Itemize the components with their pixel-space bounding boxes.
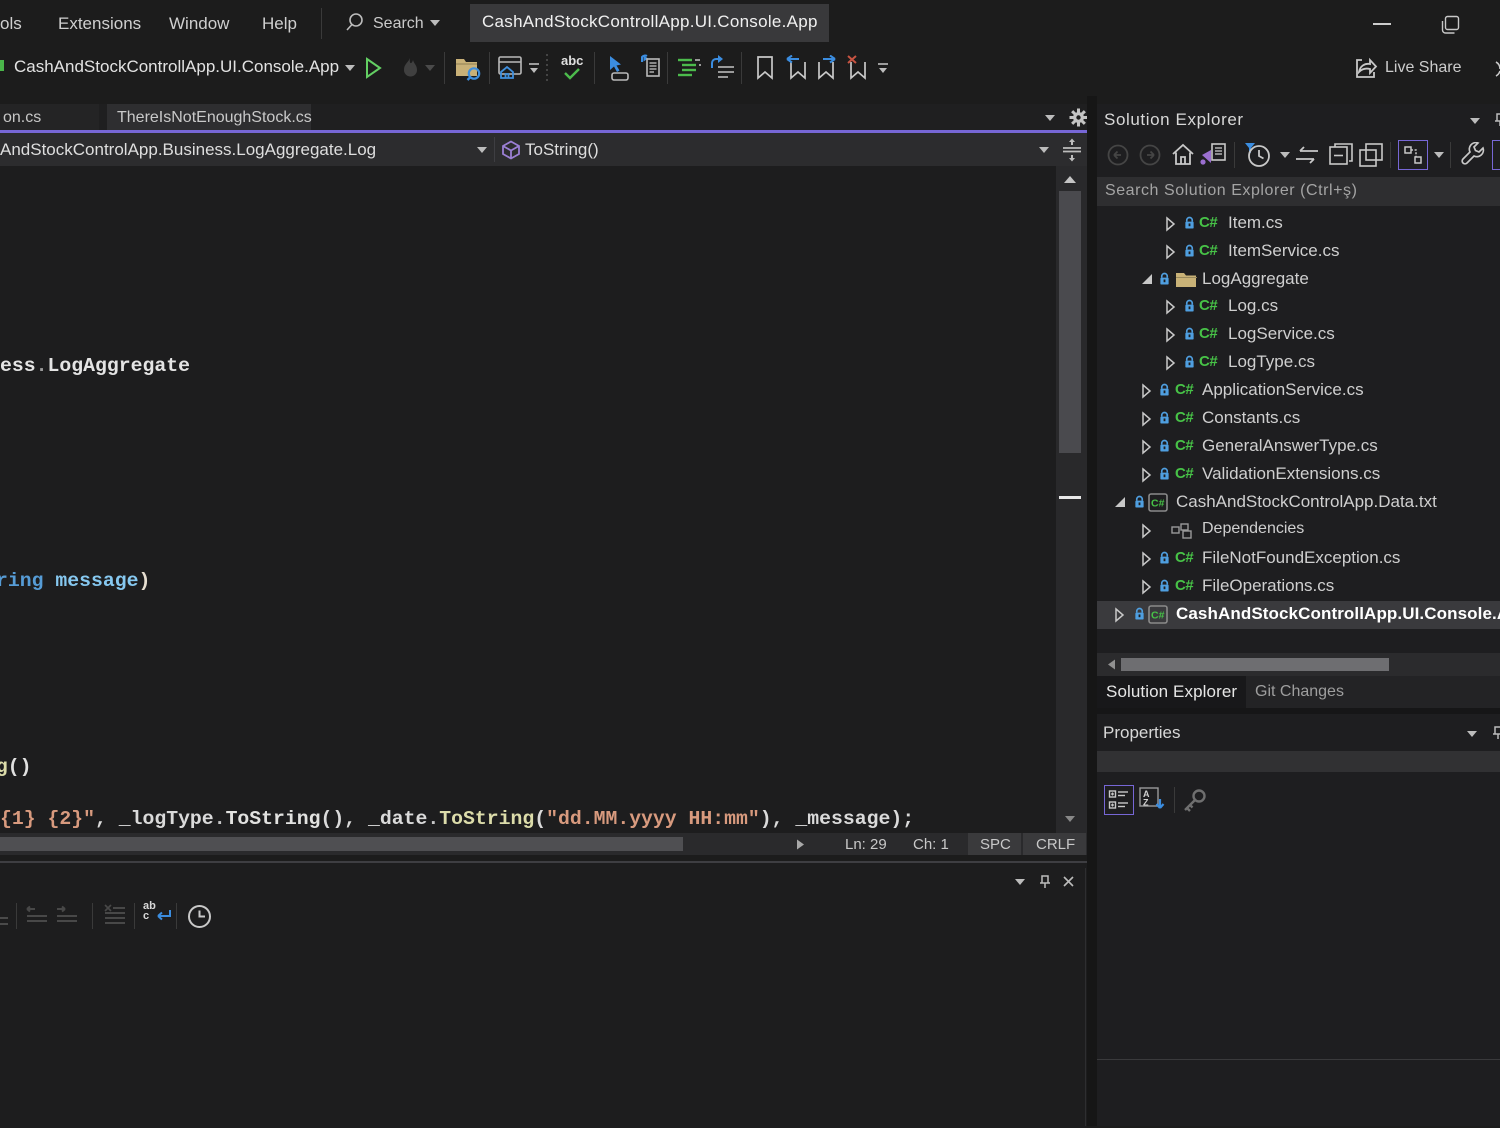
svg-text:C#: C# (1151, 610, 1165, 622)
svg-text:Z: Z (1143, 798, 1149, 808)
svg-text:C#: C# (1151, 498, 1165, 510)
